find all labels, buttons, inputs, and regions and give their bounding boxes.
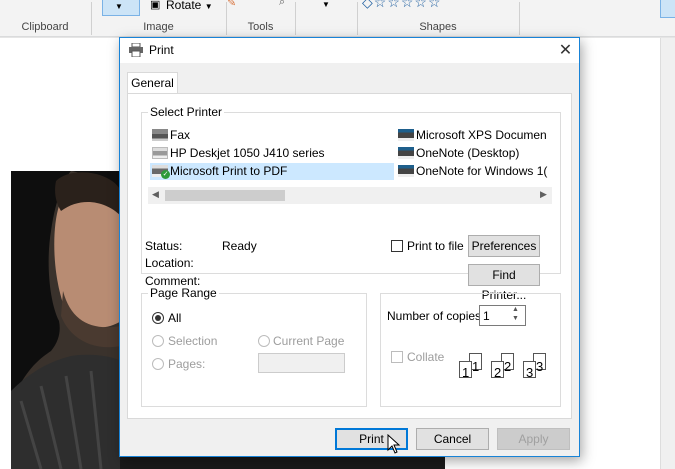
rotate-icon: ▣ xyxy=(150,0,161,11)
select-dropdown-button[interactable]: ▼ xyxy=(102,0,140,16)
printer-name: Microsoft Print to PDF xyxy=(170,164,288,178)
image-group: ▼ ▣ Rotate ▼ Image xyxy=(92,0,225,37)
range-current-page-radio[interactable] xyxy=(258,335,270,347)
pages-input[interactable] xyxy=(258,353,345,373)
printer-name: Microsoft XPS Documen xyxy=(416,128,547,142)
printer-name: OneNote (Desktop) xyxy=(416,146,520,160)
page-range-group: Page Range All Selection Current Page Pa… xyxy=(141,286,367,407)
close-icon: ✕ xyxy=(558,42,573,59)
chevron-down-icon: ▼ xyxy=(204,2,213,11)
portrait-photo xyxy=(11,171,121,469)
chevron-down-icon[interactable]: ▼ xyxy=(512,315,519,322)
printer-list[interactable]: Fax HP Deskjet 1050 J410 series ✓ Micros… xyxy=(148,125,552,215)
default-printer-icon: ✓ xyxy=(152,165,170,179)
printer-item-onenote-desktop[interactable]: OneNote (Desktop) xyxy=(398,145,550,162)
ribbon-separator xyxy=(519,2,520,35)
radio-dot xyxy=(155,315,161,321)
collate-page-number: 2 xyxy=(494,365,502,380)
collate-page-number: 1 xyxy=(472,359,480,374)
range-pages-radio[interactable] xyxy=(152,358,164,370)
print-to-file-checkbox[interactable] xyxy=(391,240,403,252)
image-group-label: Image xyxy=(143,21,174,33)
printer-list-scrollbar[interactable]: ◀ ▶ xyxy=(148,187,552,204)
printer-icon xyxy=(398,147,414,159)
printer-item-fax[interactable]: Fax xyxy=(152,127,392,144)
select-printer-group: Select Printer Fax HP Deskjet 1050 J410 … xyxy=(141,105,561,302)
clipboard-group-label: Clipboard xyxy=(21,21,69,33)
brushes-group: ▼ xyxy=(296,0,356,37)
ribbon: Clipboard ▼ ▣ Rotate ▼ Image ✎ ⌕ Tools ▼… xyxy=(0,0,675,37)
collate-page-number: 1 xyxy=(462,365,470,380)
cancel-button[interactable]: Cancel xyxy=(416,428,489,450)
find-printer-button[interactable]: Find Printer... xyxy=(468,264,540,302)
vertical-scrollbar[interactable] xyxy=(660,38,675,469)
copies-value: 1 xyxy=(483,309,490,323)
printer-icon xyxy=(152,147,168,159)
range-selection-label: Selection xyxy=(168,334,218,348)
rotate-label: Rotate xyxy=(166,0,202,12)
scroll-right-icon[interactable]: ▶ xyxy=(540,189,547,200)
collate-page-number: 2 xyxy=(504,359,512,374)
scroll-left-icon[interactable]: ◀ xyxy=(152,189,159,200)
printer-icon xyxy=(398,165,414,177)
range-all-label: All xyxy=(168,311,182,325)
checkmark-icon: ✓ xyxy=(161,170,170,179)
printer-item-onenote-windows[interactable]: OneNote for Windows 1( xyxy=(398,163,550,180)
range-current-page-label: Current Page xyxy=(273,334,345,348)
tab-general[interactable]: General xyxy=(127,72,178,94)
printer-name: OneNote for Windows 1( xyxy=(416,164,548,178)
collate-illustration: 1 1 2 2 3 3 xyxy=(455,353,555,385)
shapes-gallery[interactable]: ◇☆☆☆☆☆ xyxy=(362,0,442,11)
collate-label: Collate xyxy=(407,350,445,364)
tab-panel: Select Printer Fax HP Deskjet 1050 J410 … xyxy=(127,93,572,419)
select-printer-label: Select Printer xyxy=(148,105,225,119)
chevron-down-icon: ▼ xyxy=(115,2,123,11)
printer-name: Fax xyxy=(170,128,191,142)
copies-group: Number of copies: 1 ▲ ▼ Collate 1 1 2 2 … xyxy=(380,293,561,407)
print-dialog: Print ✕ General Select Printer Fax HP De… xyxy=(119,37,580,457)
shapes-group-label: Shapes xyxy=(419,21,457,33)
page-range-label: Page Range xyxy=(148,286,219,300)
status-value: Ready xyxy=(222,239,257,253)
printer-icon xyxy=(398,129,414,141)
magnifier-icon[interactable]: ⌕ xyxy=(279,0,285,9)
printer-name: HP Deskjet 1050 J410 series xyxy=(170,146,325,160)
dialog-title: Print xyxy=(149,43,174,57)
preferences-button[interactable]: Preferences xyxy=(468,235,540,257)
collate-checkbox[interactable] xyxy=(391,351,403,363)
range-selection-radio[interactable] xyxy=(152,335,164,347)
collate-page-number: 3 xyxy=(536,359,544,374)
photo-fragment xyxy=(120,456,445,469)
status-label: Status: xyxy=(145,239,183,253)
range-all-radio[interactable] xyxy=(152,312,164,324)
tools-group: ✎ ⌕ Tools xyxy=(227,0,294,37)
shapes-group: ◇☆☆☆☆☆ Shapes xyxy=(358,0,518,37)
tools-group-label: Tools xyxy=(247,21,274,33)
title-bar[interactable]: Print ✕ xyxy=(120,38,579,63)
chevron-up-icon[interactable]: ▲ xyxy=(512,306,519,313)
close-button[interactable]: ✕ xyxy=(552,38,579,63)
scrollbar-thumb[interactable] xyxy=(165,190,285,201)
copies-stepper[interactable]: 1 ▲ ▼ xyxy=(479,305,526,326)
printer-item-xps[interactable]: Microsoft XPS Documen xyxy=(398,127,550,144)
range-pages-label: Pages: xyxy=(168,357,206,371)
copies-label: Number of copies: xyxy=(387,309,485,323)
collate-page-number: 3 xyxy=(526,365,534,380)
rotate-button[interactable]: Rotate ▼ xyxy=(166,0,213,12)
printer-icon xyxy=(129,43,143,57)
clipboard-group: Clipboard xyxy=(0,0,90,37)
apply-button[interactable]: Apply xyxy=(497,428,570,450)
fax-printer-icon xyxy=(152,129,168,141)
chevron-down-icon[interactable]: ▼ xyxy=(322,0,330,9)
printer-item-microsoft-print-to-pdf[interactable]: ✓ Microsoft Print to PDF xyxy=(150,163,394,180)
color-button[interactable] xyxy=(660,0,675,18)
mouse-cursor-icon xyxy=(387,434,401,454)
printer-item-hp-deskjet[interactable]: HP Deskjet 1050 J410 series xyxy=(152,145,392,162)
pencil-icon[interactable]: ✎ xyxy=(227,0,236,9)
print-to-file-label: Print to file xyxy=(407,239,464,253)
location-label: Location: xyxy=(145,256,194,270)
